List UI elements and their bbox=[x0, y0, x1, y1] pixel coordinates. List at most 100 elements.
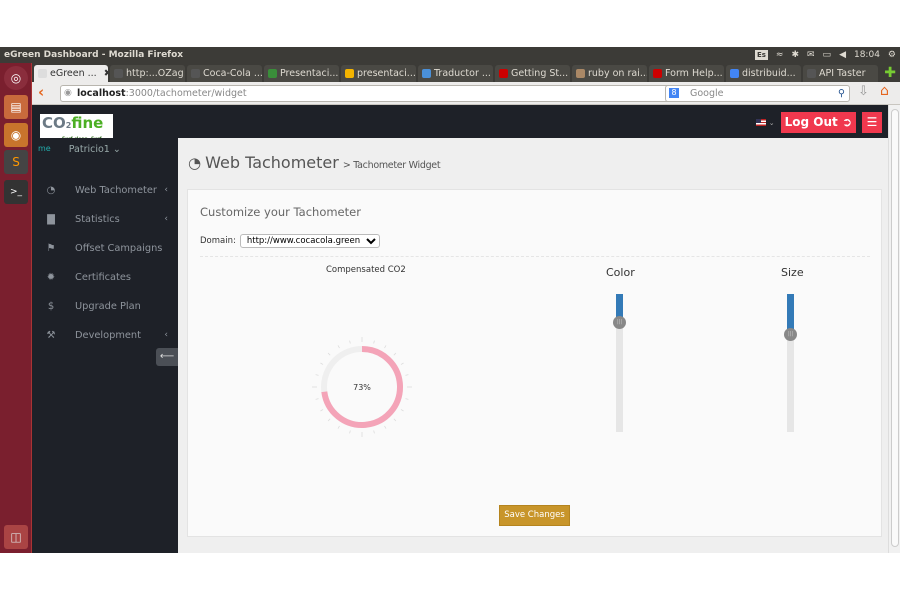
browser-tab[interactable]: API Taster bbox=[803, 65, 878, 82]
search-icon[interactable]: ⚲ bbox=[838, 86, 845, 101]
search-placeholder: Google bbox=[690, 88, 724, 99]
url-bar[interactable]: ◉ localhost:3000/tachometer/widget ☆ ↻ bbox=[60, 85, 692, 102]
browser-tab-strip: eGreen ... ✖ http:...OZag Coca-Cola ... Pres… bbox=[32, 63, 900, 82]
sublime-text-icon[interactable]: S bbox=[4, 150, 28, 174]
sidebar-item-icon: $ bbox=[47, 300, 55, 312]
browser-tab[interactable]: Coca-Cola ... bbox=[187, 65, 262, 82]
terminal-icon[interactable]: >_ bbox=[4, 180, 28, 204]
sidebar-item-offset-campaigns[interactable]: ⚑ Offset Campaigns bbox=[32, 234, 178, 262]
gauge-tick bbox=[315, 374, 319, 376]
domain-select[interactable]: http://www.cocacola.green bbox=[239, 234, 380, 248]
page-title-text: Web Tachometer bbox=[205, 153, 339, 172]
browser-tab[interactable]: Presentaci... bbox=[264, 65, 339, 82]
gauge-tick bbox=[327, 352, 331, 356]
clock[interactable]: 18:04 bbox=[854, 47, 880, 63]
gauge-tick bbox=[373, 430, 375, 434]
sidebar-item-development[interactable]: ⚒ Development ‹ bbox=[32, 321, 178, 349]
sidebar-item-icon: ⚒ bbox=[46, 329, 56, 341]
browser-tab[interactable]: http:...OZag bbox=[110, 65, 185, 82]
size-slider-handle[interactable]: ||| bbox=[784, 328, 797, 342]
home-icon[interactable]: ⌂ bbox=[880, 83, 889, 99]
breadcrumb: > Tachometer Widget bbox=[342, 160, 441, 171]
color-slider[interactable]: ||| bbox=[613, 294, 626, 432]
downloads-icon[interactable]: ⇩ bbox=[858, 84, 869, 99]
search-bar[interactable]: 8 Google ⚲ bbox=[665, 85, 850, 102]
wifi-icon[interactable]: ≈ bbox=[776, 47, 784, 63]
user-menu[interactable]: Patricio1 ⌄ bbox=[69, 144, 121, 155]
keyboard-layout-indicator[interactable]: Es bbox=[754, 50, 768, 60]
sidebar-item-label: Certificates bbox=[75, 271, 131, 283]
sidebar-item-icon: ▇ bbox=[47, 213, 55, 225]
co2fine-logo[interactable]: CO2fine Surf clean. Surf green. bbox=[40, 114, 113, 160]
browser-tab[interactable]: presentaci... bbox=[341, 65, 416, 82]
collapse-sidebar-button[interactable]: ⟵ bbox=[156, 348, 178, 366]
power-gear-icon[interactable]: ⚙ bbox=[888, 47, 896, 63]
page-scrollbar[interactable] bbox=[888, 105, 900, 553]
domain-label: Domain: bbox=[200, 236, 236, 246]
tachometer-icon: ◔ bbox=[188, 154, 202, 172]
tab-favicon-icon bbox=[38, 69, 47, 78]
browser-tab[interactable]: distribuid... bbox=[726, 65, 801, 82]
gauge-tick bbox=[320, 362, 324, 365]
logout-button[interactable]: Log Out ➲ bbox=[780, 112, 856, 133]
files-icon[interactable]: ▤ bbox=[4, 95, 28, 119]
browser-tab[interactable]: eGreen ... ✖ bbox=[34, 65, 108, 82]
gauge-tick bbox=[400, 362, 404, 365]
gauge-tick bbox=[405, 398, 409, 400]
sidebar-item-web-tachometer[interactable]: ◔ Web Tachometer ‹ bbox=[32, 176, 178, 204]
firefox-icon[interactable]: ◉ bbox=[4, 123, 28, 147]
browser-tab[interactable]: Getting St... bbox=[495, 65, 570, 82]
chevron-left-icon: ‹ bbox=[164, 330, 168, 340]
gauge-value-text: 73% bbox=[353, 383, 371, 392]
back-button[interactable]: ‹ bbox=[38, 83, 44, 101]
hamburger-menu-button[interactable]: ☰ bbox=[862, 112, 882, 133]
url-path: :3000/tachometer/widget bbox=[125, 88, 247, 99]
volume-icon[interactable]: ◀ bbox=[839, 47, 846, 63]
sidebar-item-certificates[interactable]: ✹ Certificates bbox=[32, 263, 178, 291]
tab-label: ruby on rai... bbox=[588, 68, 647, 79]
size-slider[interactable]: ||| bbox=[784, 294, 797, 432]
bluetooth-icon[interactable]: ✱ bbox=[791, 47, 799, 63]
browser-tab[interactable]: ruby on rai... bbox=[572, 65, 647, 82]
gauge-tick bbox=[393, 418, 397, 422]
ubuntu-launcher: ◎ ▤ ◉ S >_ ◫ bbox=[0, 63, 32, 553]
sidebar-item-label: Upgrade Plan bbox=[75, 300, 141, 312]
sidebar-item-label: Development bbox=[75, 329, 141, 341]
browser-tab[interactable]: Form Help... bbox=[649, 65, 724, 82]
tab-label: presentaci... bbox=[357, 68, 416, 79]
page-title: ◔ Web Tachometer > Tachometer Widget bbox=[188, 153, 441, 172]
scrollbar-thumb[interactable] bbox=[891, 109, 899, 547]
browser-nav-bar: ‹ ◉ localhost:3000/tachometer/widget ☆ ↻… bbox=[32, 82, 900, 105]
sidebar-item-icon: ◔ bbox=[46, 184, 56, 196]
sidebar-item-statistics[interactable]: ▇ Statistics ‹ bbox=[32, 205, 178, 233]
new-tab-plus-icon[interactable]: ✚ bbox=[880, 65, 900, 82]
sidebar-item-label: Offset Campaigns bbox=[75, 242, 163, 254]
tab-favicon-icon bbox=[191, 69, 200, 78]
sidebar-item-icon: ✹ bbox=[46, 271, 56, 283]
gauge-tick bbox=[349, 430, 351, 434]
us-flag-language-icon[interactable] bbox=[755, 119, 766, 126]
mail-icon[interactable]: ✉ bbox=[807, 47, 815, 63]
tab-label: Getting St... bbox=[511, 68, 569, 79]
tab-favicon-icon bbox=[114, 69, 123, 78]
color-slider-handle[interactable]: ||| bbox=[613, 315, 626, 329]
battery-icon[interactable]: ▭ bbox=[823, 47, 832, 63]
web-page: CO2fine Surf clean. Surf green. ⌄ Log Ou… bbox=[32, 105, 888, 553]
logout-label: Log Out bbox=[784, 115, 838, 129]
browser-tab[interactable]: Traductor ... bbox=[418, 65, 493, 82]
close-tab-icon[interactable]: ✖ bbox=[104, 65, 108, 82]
sidebar-item-upgrade-plan[interactable]: $ Upgrade Plan bbox=[32, 292, 178, 320]
gauge-label: Compensated CO2 bbox=[326, 265, 406, 275]
size-label: Size bbox=[781, 266, 804, 279]
chevron-left-icon: ‹ bbox=[164, 185, 168, 195]
google-icon[interactable]: 8 bbox=[669, 88, 679, 98]
save-changes-button[interactable]: Save Changes bbox=[499, 505, 570, 526]
sidebar: me Patricio1 ⌄ ◔ Web Tachometer ‹ ▇ Statisti… bbox=[32, 138, 178, 553]
tab-label: http:...OZag bbox=[126, 68, 184, 79]
language-chevron-icon[interactable]: ⌄ bbox=[769, 119, 775, 127]
trash-icon[interactable]: ◫ bbox=[4, 525, 28, 549]
gauge-tick bbox=[337, 345, 340, 349]
sidebar-item-label: Statistics bbox=[75, 213, 120, 225]
gauge-tick bbox=[384, 425, 387, 429]
ubuntu-dash-icon[interactable]: ◎ bbox=[4, 66, 28, 90]
